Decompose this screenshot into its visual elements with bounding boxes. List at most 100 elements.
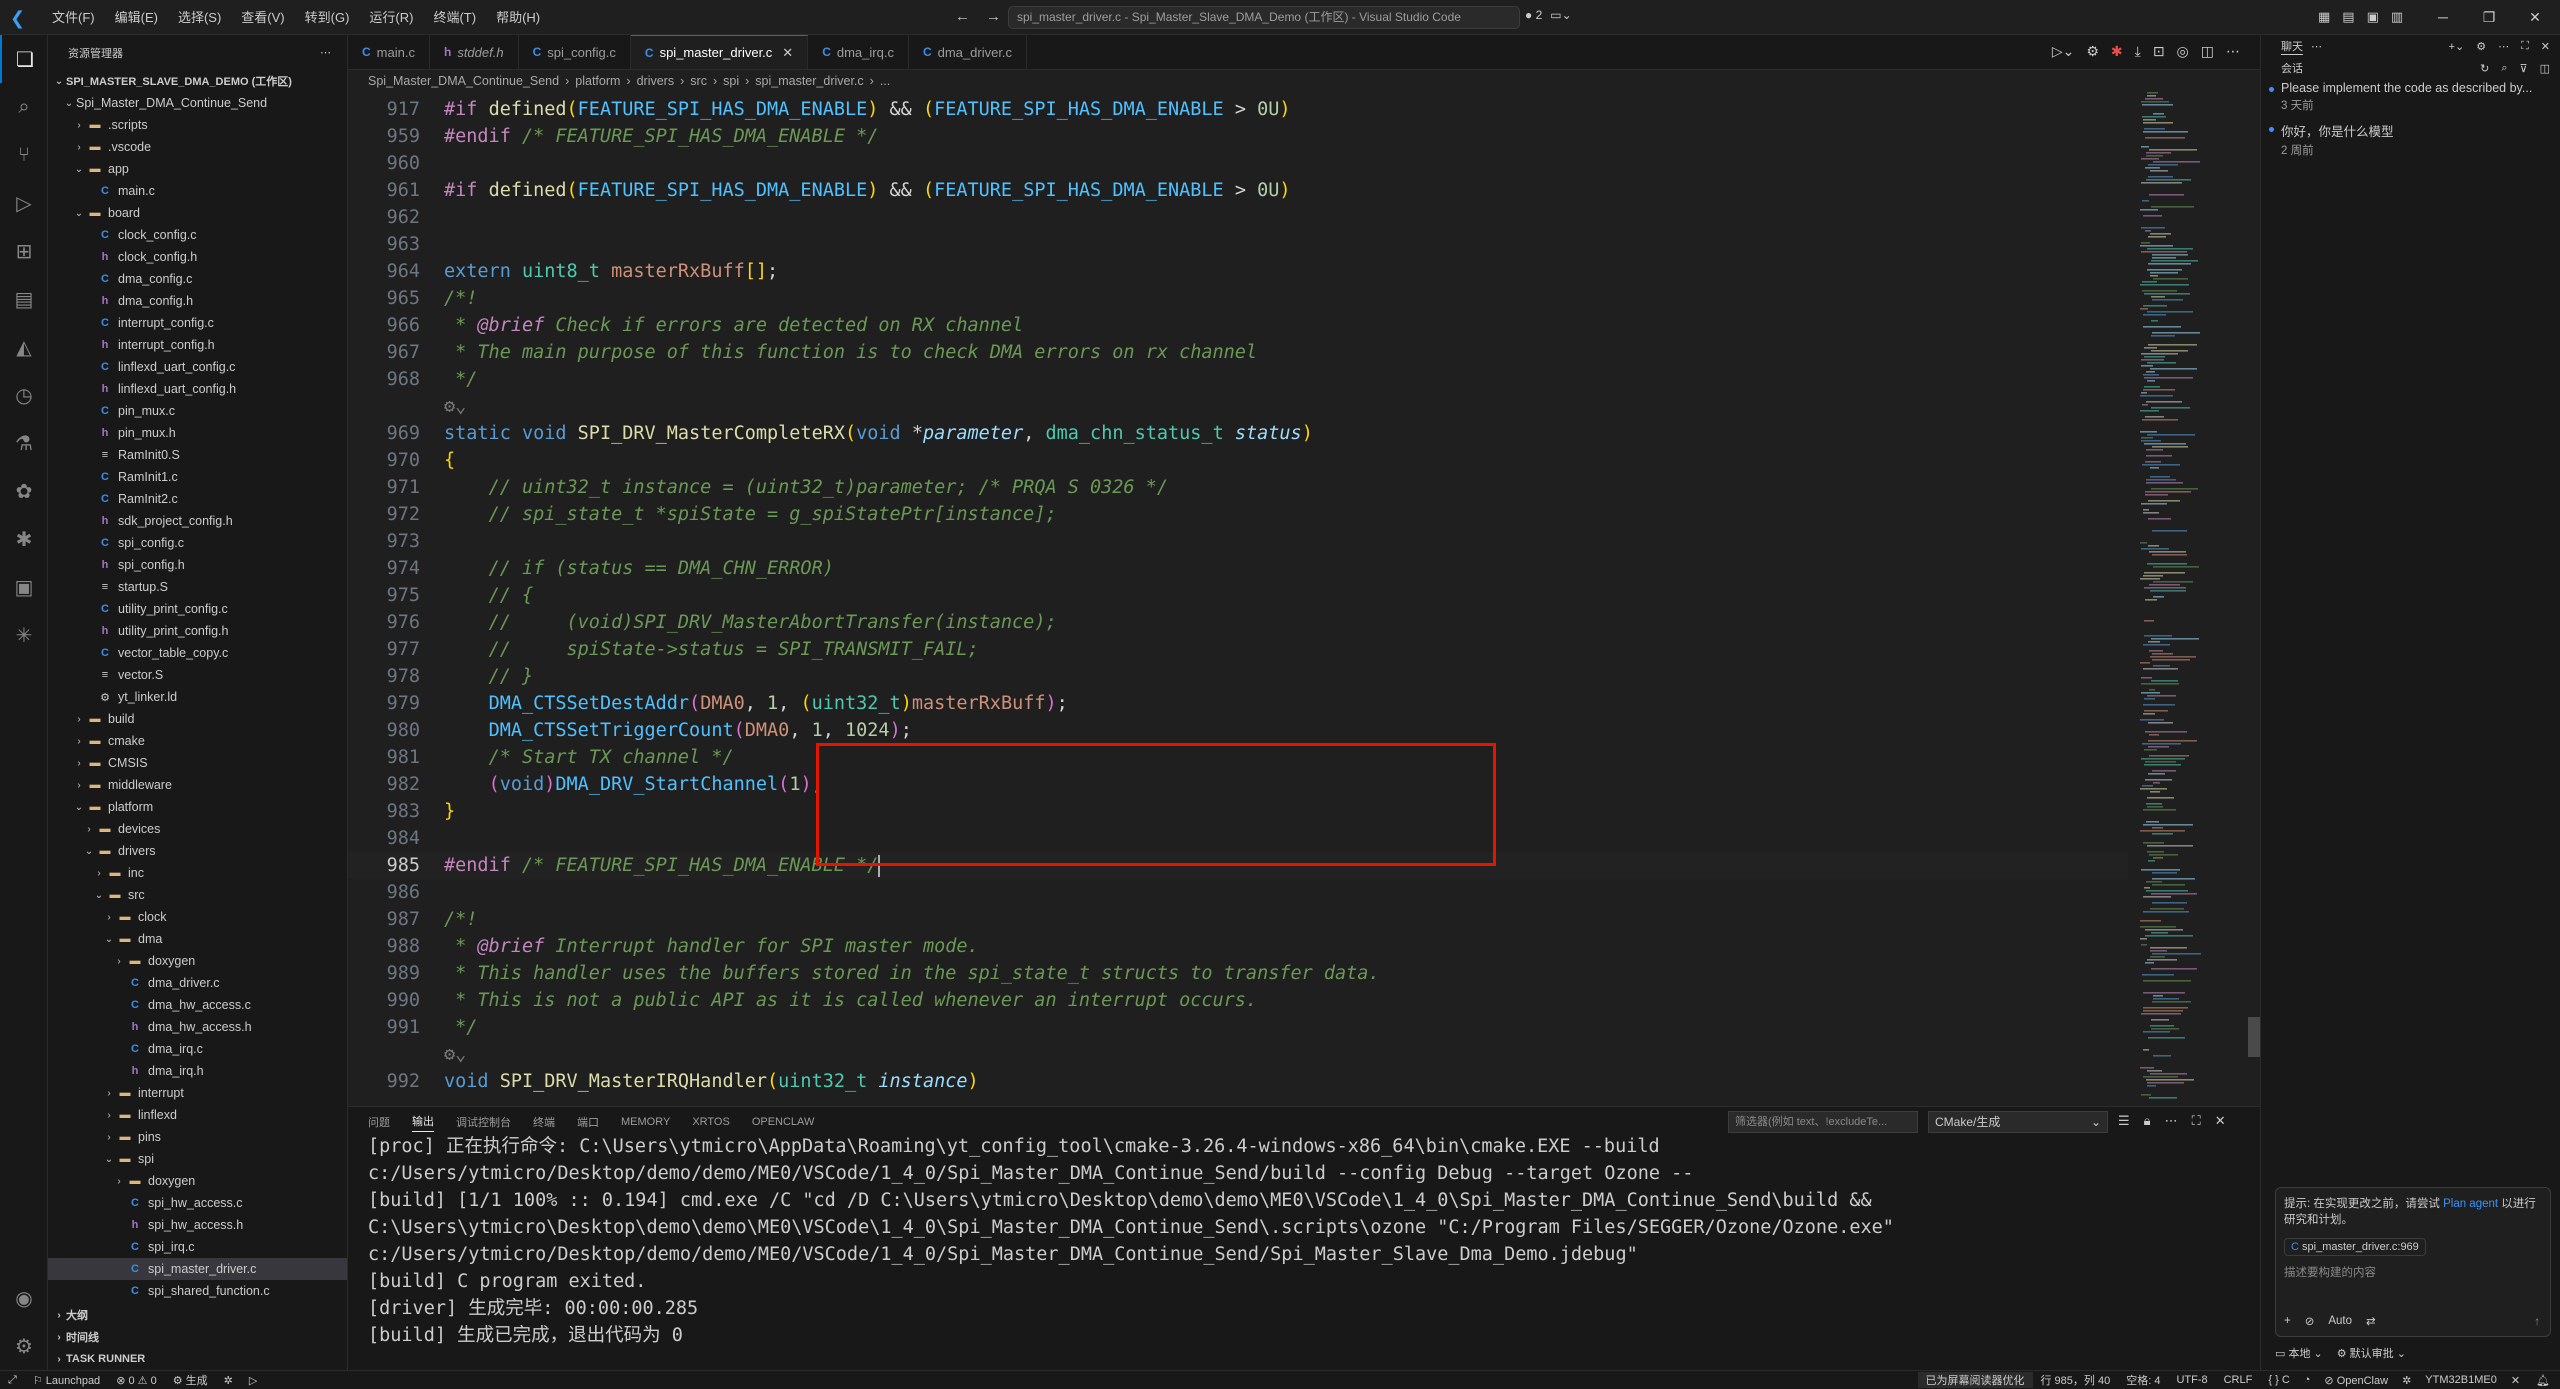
code-line[interactable]: 962: [348, 204, 2128, 231]
code-line[interactable]: 917 #if defined(FEATURE_SPI_HAS_DMA_ENABL…: [348, 96, 2128, 123]
toggle-panel-icon[interactable]: ▣: [2367, 9, 2379, 25]
python-icon[interactable]: ✿: [0, 467, 48, 515]
code-line[interactable]: 965 /*!: [348, 285, 2128, 312]
chat-session-item[interactable]: 你好，你是什么模型 2 周前: [2261, 119, 2560, 164]
editor-tab[interactable]: Cspi_config.c: [519, 35, 631, 69]
restore-icon[interactable]: ❐: [2466, 0, 2512, 35]
editor-scrollbar[interactable]: [2248, 92, 2260, 1122]
code-line[interactable]: 990 * This is not a public API as it is …: [348, 987, 2128, 1014]
close-window-icon[interactable]: ✕: [2512, 0, 2558, 35]
tree-file[interactable]: Cpin_mux.c: [48, 400, 347, 422]
tree-file[interactable]: Cutility_print_config.c: [48, 598, 347, 620]
more-actions-icon[interactable]: ⋯: [320, 46, 331, 59]
tree-file[interactable]: h clock_config.h: [48, 246, 347, 268]
tree-folder[interactable]: › ▬ doxygen: [48, 1170, 347, 1192]
agent-status-badge[interactable]: ● 2: [1525, 8, 1542, 22]
minimize-icon[interactable]: ─: [2420, 0, 2466, 35]
tools-icon[interactable]: ⊘: [2305, 1314, 2315, 1328]
code-line[interactable]: 969 static void SPI_DRV_MasterCompleteRX(…: [348, 420, 2128, 447]
tree-file[interactable]: h utility_print_config.h: [48, 620, 347, 642]
debug-icon[interactable]: ◎: [2177, 43, 2189, 60]
tree-folder[interactable]: › ▬ .scripts: [48, 114, 347, 136]
tree-file[interactable]: Cdma_irq.c: [48, 1038, 347, 1060]
local-mode-select[interactable]: ▭ 本地 ⌄: [2275, 1345, 2323, 1361]
panel-more-icon[interactable]: ⋯: [2165, 1113, 2178, 1129]
tree-file[interactable]: Cspi_master_driver.c: [48, 1258, 347, 1280]
tree-file[interactable]: Cvector_table_copy.c: [48, 642, 347, 664]
breadcrumb-item[interactable]: src: [690, 74, 707, 88]
chat-more2-icon[interactable]: ⋯: [2498, 40, 2509, 53]
outline-section[interactable]: › 大纲: [48, 1304, 348, 1326]
breadcrumb-item[interactable]: drivers: [637, 74, 675, 88]
tree-folder[interactable]: › ▬ cmake: [48, 730, 347, 752]
code-line[interactable]: 971 // uint32_t instance = (uint32_t)par…: [348, 474, 2128, 501]
panel-tab[interactable]: MEMORY: [621, 1116, 670, 1128]
code-line[interactable]: 975 // {: [348, 582, 2128, 609]
tree-folder[interactable]: › ▬ .vscode: [48, 136, 347, 158]
code-line[interactable]: 964 extern uint8_t masterRxBuff[];: [348, 258, 2128, 285]
cursor-position[interactable]: 行 985，列 40: [2033, 1372, 2119, 1388]
menu-go[interactable]: 转到(G): [295, 0, 360, 35]
tree-folder[interactable]: ⌄ ▬ app: [48, 158, 347, 180]
code-line[interactable]: ⚙⌄: [348, 1041, 2128, 1068]
extensions-icon[interactable]: ⊞: [0, 227, 48, 275]
tools-status-icon[interactable]: ✕: [2505, 1374, 2526, 1387]
tree-file[interactable]: h dma_irq.h: [48, 1060, 347, 1082]
code-line[interactable]: 974 // if (status == DMA_CHN_ERROR): [348, 555, 2128, 582]
approval-select[interactable]: ⚙ 默认审批 ⌄: [2337, 1345, 2406, 1361]
toggle-secondary-sidebar-icon[interactable]: ▥: [2391, 9, 2403, 25]
tree-folder[interactable]: › ▬ clock: [48, 906, 347, 928]
lock-icon[interactable]: 🔒︎: [2144, 1113, 2151, 1129]
code-line[interactable]: 992 void SPI_DRV_MasterIRQHandler(uint32_…: [348, 1068, 2128, 1095]
tree-file[interactable]: Cdma_config.c: [48, 268, 347, 290]
scrollbar-thumb[interactable]: [2248, 1017, 2260, 1057]
manage-gear-icon[interactable]: ⚙: [0, 1322, 48, 1370]
openclaw-status[interactable]: ⊘ OpenClaw: [2316, 1374, 2396, 1387]
copilot-icon[interactable]: ◔: [2298, 1374, 2317, 1386]
tree-file[interactable]: h spi_config.h: [48, 554, 347, 576]
indent-status[interactable]: 空格: 4: [2118, 1372, 2168, 1388]
bug-icon[interactable]: ✲: [216, 1374, 241, 1387]
tree-folder[interactable]: › ▬ inc: [48, 862, 347, 884]
context-file-chip[interactable]: C spi_master_driver.c:969: [2284, 1238, 2426, 1256]
refresh-icon[interactable]: ↻: [2480, 62, 2489, 75]
code-line[interactable]: ⚙⌄: [348, 393, 2128, 420]
tree-folder[interactable]: › ▬ devices: [48, 818, 347, 840]
code-line[interactable]: 970 {: [348, 447, 2128, 474]
chip-status[interactable]: YTM32B1ME0: [2417, 1374, 2505, 1386]
tree-file[interactable]: Cspi_irq.c: [48, 1236, 347, 1258]
tree-file[interactable]: h dma_config.h: [48, 290, 347, 312]
settings-icon[interactable]: ⚙: [2086, 43, 2099, 60]
tree-folder[interactable]: ⌄ ▬ dma: [48, 928, 347, 950]
chat-title[interactable]: 聊天: [2281, 38, 2303, 55]
tree-folder[interactable]: ⌄ ▬ board: [48, 202, 347, 224]
screen-reader-status[interactable]: 已为屏幕阅读器优化: [1917, 1372, 2033, 1388]
code-line[interactable]: 978 // }: [348, 663, 2128, 690]
layout-icon[interactable]: ◫: [2540, 62, 2550, 75]
code-line[interactable]: 987 /*!: [348, 906, 2128, 933]
tree-file[interactable]: Clinflexd_uart_config.c: [48, 356, 347, 378]
close-panel-icon[interactable]: ✕: [2215, 1113, 2226, 1129]
tree-folder[interactable]: ⌄ ▬ spi: [48, 1148, 347, 1170]
panel-tab[interactable]: 终端: [533, 1114, 555, 1130]
plan-agent-link[interactable]: Plan agent: [2443, 1198, 2498, 1210]
menu-view[interactable]: 查看(V): [231, 0, 294, 35]
timeline-section[interactable]: › 时间线: [48, 1326, 348, 1348]
task-runner-section[interactable]: › TASK RUNNER: [48, 1348, 348, 1370]
notifications-icon[interactable]: 🔔︎: [2526, 1374, 2560, 1387]
toggle-sidebar-icon[interactable]: ▤: [2342, 9, 2354, 25]
tree-file[interactable]: Cinterrupt_config.c: [48, 312, 347, 334]
new-chat-icon[interactable]: +⌄: [2449, 40, 2465, 53]
code-line[interactable]: 977 // spiState->status = SPI_TRANSMIT_F…: [348, 636, 2128, 663]
code-line[interactable]: 963: [348, 231, 2128, 258]
editor-tab[interactable]: Cspi_master_driver.c ✕: [630, 35, 809, 69]
code-line[interactable]: 976 // (void)SPI_DRV_MasterAbortTransfer…: [348, 609, 2128, 636]
menu-help[interactable]: 帮助(H): [486, 0, 550, 35]
command-center-search[interactable]: spi_master_driver.c - Spi_Master_Slave_D…: [1008, 6, 1520, 29]
swap-icon[interactable]: ⇄: [2366, 1314, 2376, 1328]
tree-file[interactable]: Cclock_config.c: [48, 224, 347, 246]
tree-file[interactable]: h spi_hw_access.h: [48, 1214, 347, 1236]
menu-edit[interactable]: 编辑(E): [105, 0, 168, 35]
project-icon[interactable]: ▤: [0, 275, 48, 323]
eol-status[interactable]: CRLF: [2216, 1374, 2261, 1386]
